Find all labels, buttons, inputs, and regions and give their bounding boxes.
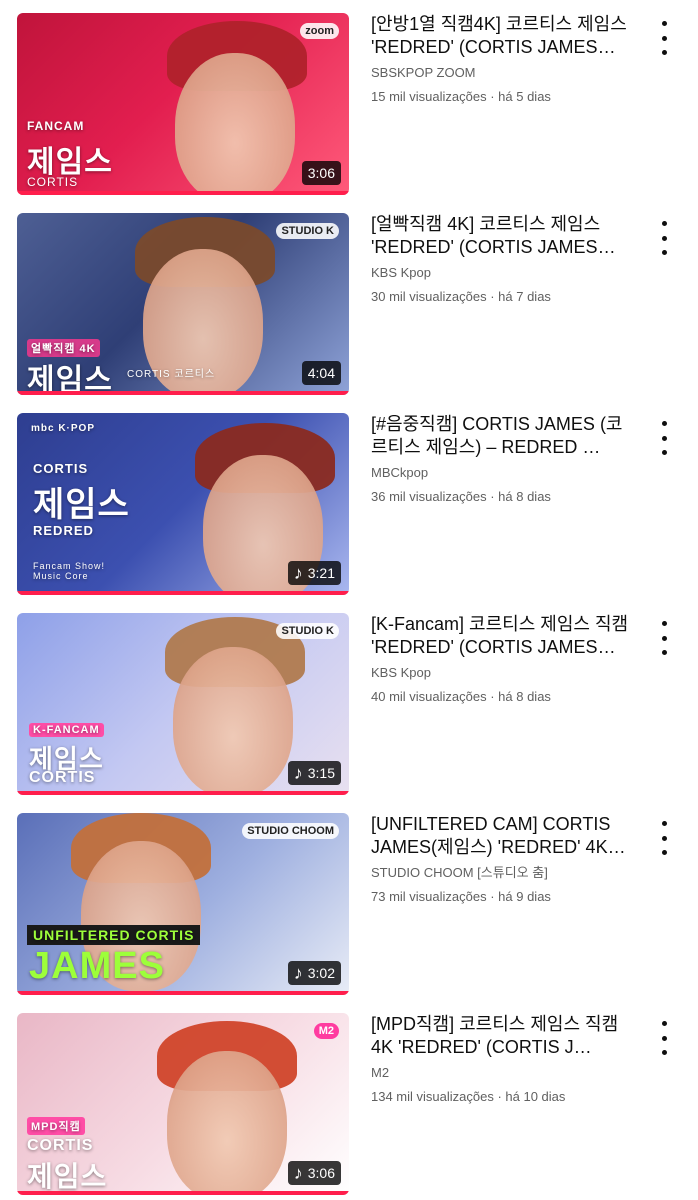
video-meta: [UNFILTERED CAM] CORTIS JAMES(제임스) 'REDR… bbox=[371, 813, 633, 905]
overlay-group: CORTIS 코르티스 bbox=[127, 369, 216, 380]
video-meta: [K-Fancam] 코르티스 제임스 직캠 'REDRED' (CORTIS … bbox=[371, 613, 633, 705]
video-meta: [얼빡직캠 4K] 코르티스 제임스 'REDRED' (CORTIS JAME… bbox=[371, 213, 633, 305]
music-note-icon: ♪ bbox=[293, 1163, 303, 1183]
duration-badge: 3:06 bbox=[301, 161, 341, 185]
video-item[interactable]: STUDIO CHOOM UNFILTERED CORTIS JAMES ♪ 3… bbox=[0, 813, 698, 997]
more-options-icon[interactable] bbox=[652, 821, 676, 855]
duration-badge: ♪ 3:21 bbox=[287, 561, 341, 585]
channel-name[interactable]: KBS Kpop bbox=[371, 265, 633, 281]
overlay-name: 제임스 bbox=[27, 1161, 108, 1192]
video-thumbnail[interactable]: STUDIO CHOOM UNFILTERED CORTIS JAMES ♪ 3… bbox=[17, 813, 349, 995]
more-options-icon[interactable] bbox=[652, 621, 676, 655]
channel-logo: STUDIO CHOOM bbox=[242, 823, 339, 839]
video-title[interactable]: [얼빡직캠 4K] 코르티스 제임스 'REDRED' (CORTIS JAME… bbox=[371, 213, 633, 259]
video-stats: 73 mil visualizações · há 9 dias bbox=[371, 889, 551, 904]
overlay-group: CORTIS bbox=[29, 769, 96, 786]
duration-badge: 4:04 bbox=[301, 361, 341, 385]
channel-name[interactable]: SBSKPOP ZOOM bbox=[371, 65, 633, 81]
overlay-group: CORTIS bbox=[27, 1137, 94, 1154]
video-item[interactable]: mbc K·POP CORTIS 제임스 REDRED Fancam Show!… bbox=[0, 413, 698, 597]
channel-name[interactable]: KBS Kpop bbox=[371, 665, 633, 681]
video-thumbnail[interactable]: STUDIO K K-FANCAM 제임스 CORTIS ♪ 3:15 bbox=[17, 613, 349, 795]
overlay-song: REDRED bbox=[33, 523, 94, 538]
duration-text: 3:06 bbox=[307, 1165, 335, 1181]
overlay-label: K-FANCAM bbox=[29, 723, 104, 737]
video-thumbnail[interactable]: M2 MPD직캠 CORTIS 제임스 ♪ 3:06 bbox=[17, 1013, 349, 1195]
duration-badge: ♪ 3:02 bbox=[287, 961, 341, 985]
video-stats: 36 mil visualizações · há 8 dias bbox=[371, 489, 551, 504]
overlay-label: FANCAM bbox=[27, 119, 85, 133]
thumbnail-face bbox=[175, 53, 295, 195]
thumbnail-face bbox=[173, 647, 293, 795]
video-title[interactable]: [UNFILTERED CAM] CORTIS JAMES(제임스) 'REDR… bbox=[371, 813, 633, 859]
channel-name[interactable]: MBCkpop bbox=[371, 465, 633, 481]
video-thumbnail[interactable]: zoom FANCAM 제임스 CORTIS 3:06 bbox=[17, 13, 349, 195]
channel-name[interactable]: STUDIO CHOOM [스튜디오 춤] bbox=[371, 865, 633, 881]
video-list: zoom FANCAM 제임스 CORTIS 3:06 [안방1열 직캠4K] … bbox=[0, 0, 698, 1200]
video-meta: [MPD직캠] 코르티스 제임스 직캠 4K 'REDRED' (CORTIS … bbox=[371, 1013, 633, 1105]
video-item[interactable]: STUDIO K K-FANCAM 제임스 CORTIS ♪ 3:15 [K-F… bbox=[0, 613, 698, 797]
duration-text: 3:21 bbox=[307, 565, 335, 581]
video-stats: 30 mil visualizações · há 7 dias bbox=[371, 289, 551, 304]
channel-logo: STUDIO K bbox=[276, 623, 339, 639]
more-options-icon[interactable] bbox=[652, 421, 676, 455]
duration-badge: ♪ 3:15 bbox=[287, 761, 341, 785]
duration-text: 3:06 bbox=[307, 165, 335, 181]
channel-logo: mbc K·POP bbox=[31, 423, 96, 434]
video-item[interactable]: zoom FANCAM 제임스 CORTIS 3:06 [안방1열 직캠4K] … bbox=[0, 13, 698, 197]
channel-logo: zoom bbox=[300, 23, 339, 39]
overlay-group: CORTIS bbox=[33, 461, 89, 476]
more-options-icon[interactable] bbox=[652, 1021, 676, 1055]
channel-logo: M2 bbox=[313, 1023, 339, 1039]
video-title[interactable]: [MPD직캠] 코르티스 제임스 직캠 4K 'REDRED' (CORTIS … bbox=[371, 1013, 633, 1059]
music-note-icon: ♪ bbox=[293, 763, 303, 783]
video-item[interactable]: STUDIO K 얼빡직캠 4K 제임스 CORTIS 코르티스 4:04 [얼… bbox=[0, 213, 698, 397]
music-note-icon: ♪ bbox=[293, 963, 303, 983]
video-stats: 15 mil visualizações · há 5 dias bbox=[371, 89, 551, 104]
channel-logo: STUDIO K bbox=[276, 223, 339, 239]
video-thumbnail[interactable]: mbc K·POP CORTIS 제임스 REDRED Fancam Show!… bbox=[17, 413, 349, 595]
duration-text: 4:04 bbox=[307, 365, 335, 381]
channel-name[interactable]: M2 bbox=[371, 1065, 633, 1081]
duration-badge: ♪ 3:06 bbox=[287, 1161, 341, 1185]
duration-text: 3:15 bbox=[307, 765, 335, 781]
video-title[interactable]: [K-Fancam] 코르티스 제임스 직캠 'REDRED' (CORTIS … bbox=[371, 613, 633, 659]
video-title[interactable]: [안방1열 직캠4K] 코르티스 제임스 'REDRED' (CORTIS JA… bbox=[371, 13, 633, 59]
video-stats: 40 mil visualizações · há 8 dias bbox=[371, 689, 551, 704]
overlay-name: JAMES bbox=[29, 945, 165, 987]
overlay-group: CORTIS bbox=[27, 175, 79, 189]
thumbnail-face bbox=[167, 1051, 287, 1195]
video-thumbnail[interactable]: STUDIO K 얼빡직캠 4K 제임스 CORTIS 코르티스 4:04 bbox=[17, 213, 349, 395]
video-title[interactable]: [#음중직캠] CORTIS JAMES (코르티스 제임스) – REDRED… bbox=[371, 413, 633, 459]
more-options-icon[interactable] bbox=[652, 21, 676, 55]
overlay-label: UNFILTERED CORTIS bbox=[27, 925, 201, 945]
video-stats: 134 mil visualizações · há 10 dias bbox=[371, 1089, 566, 1104]
music-note-icon: ♪ bbox=[293, 563, 303, 583]
duration-text: 3:02 bbox=[307, 965, 335, 981]
overlay-name: 제임스 bbox=[33, 486, 130, 524]
video-item[interactable]: M2 MPD직캠 CORTIS 제임스 ♪ 3:06 [MPD직캠] 코르티스 … bbox=[0, 1013, 698, 1197]
overlay-name: 제임스 bbox=[27, 364, 113, 395]
video-meta: [안방1열 직캠4K] 코르티스 제임스 'REDRED' (CORTIS JA… bbox=[371, 13, 633, 105]
overlay-caption: Fancam Show! Music Core bbox=[33, 561, 106, 581]
overlay-label: MPD직캠 bbox=[27, 1117, 85, 1135]
video-meta: [#음중직캠] CORTIS JAMES (코르티스 제임스) – REDRED… bbox=[371, 413, 633, 505]
more-options-icon[interactable] bbox=[652, 221, 676, 255]
